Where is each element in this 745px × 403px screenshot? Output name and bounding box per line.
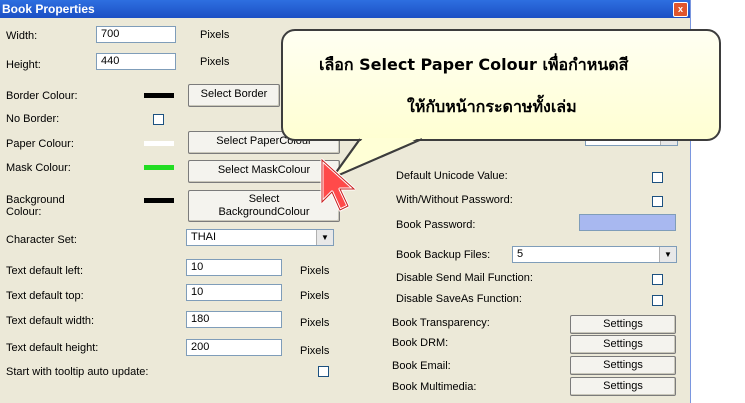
- callout-tail-cover: [331, 138, 423, 179]
- mouse-pointer-icon: [320, 158, 356, 212]
